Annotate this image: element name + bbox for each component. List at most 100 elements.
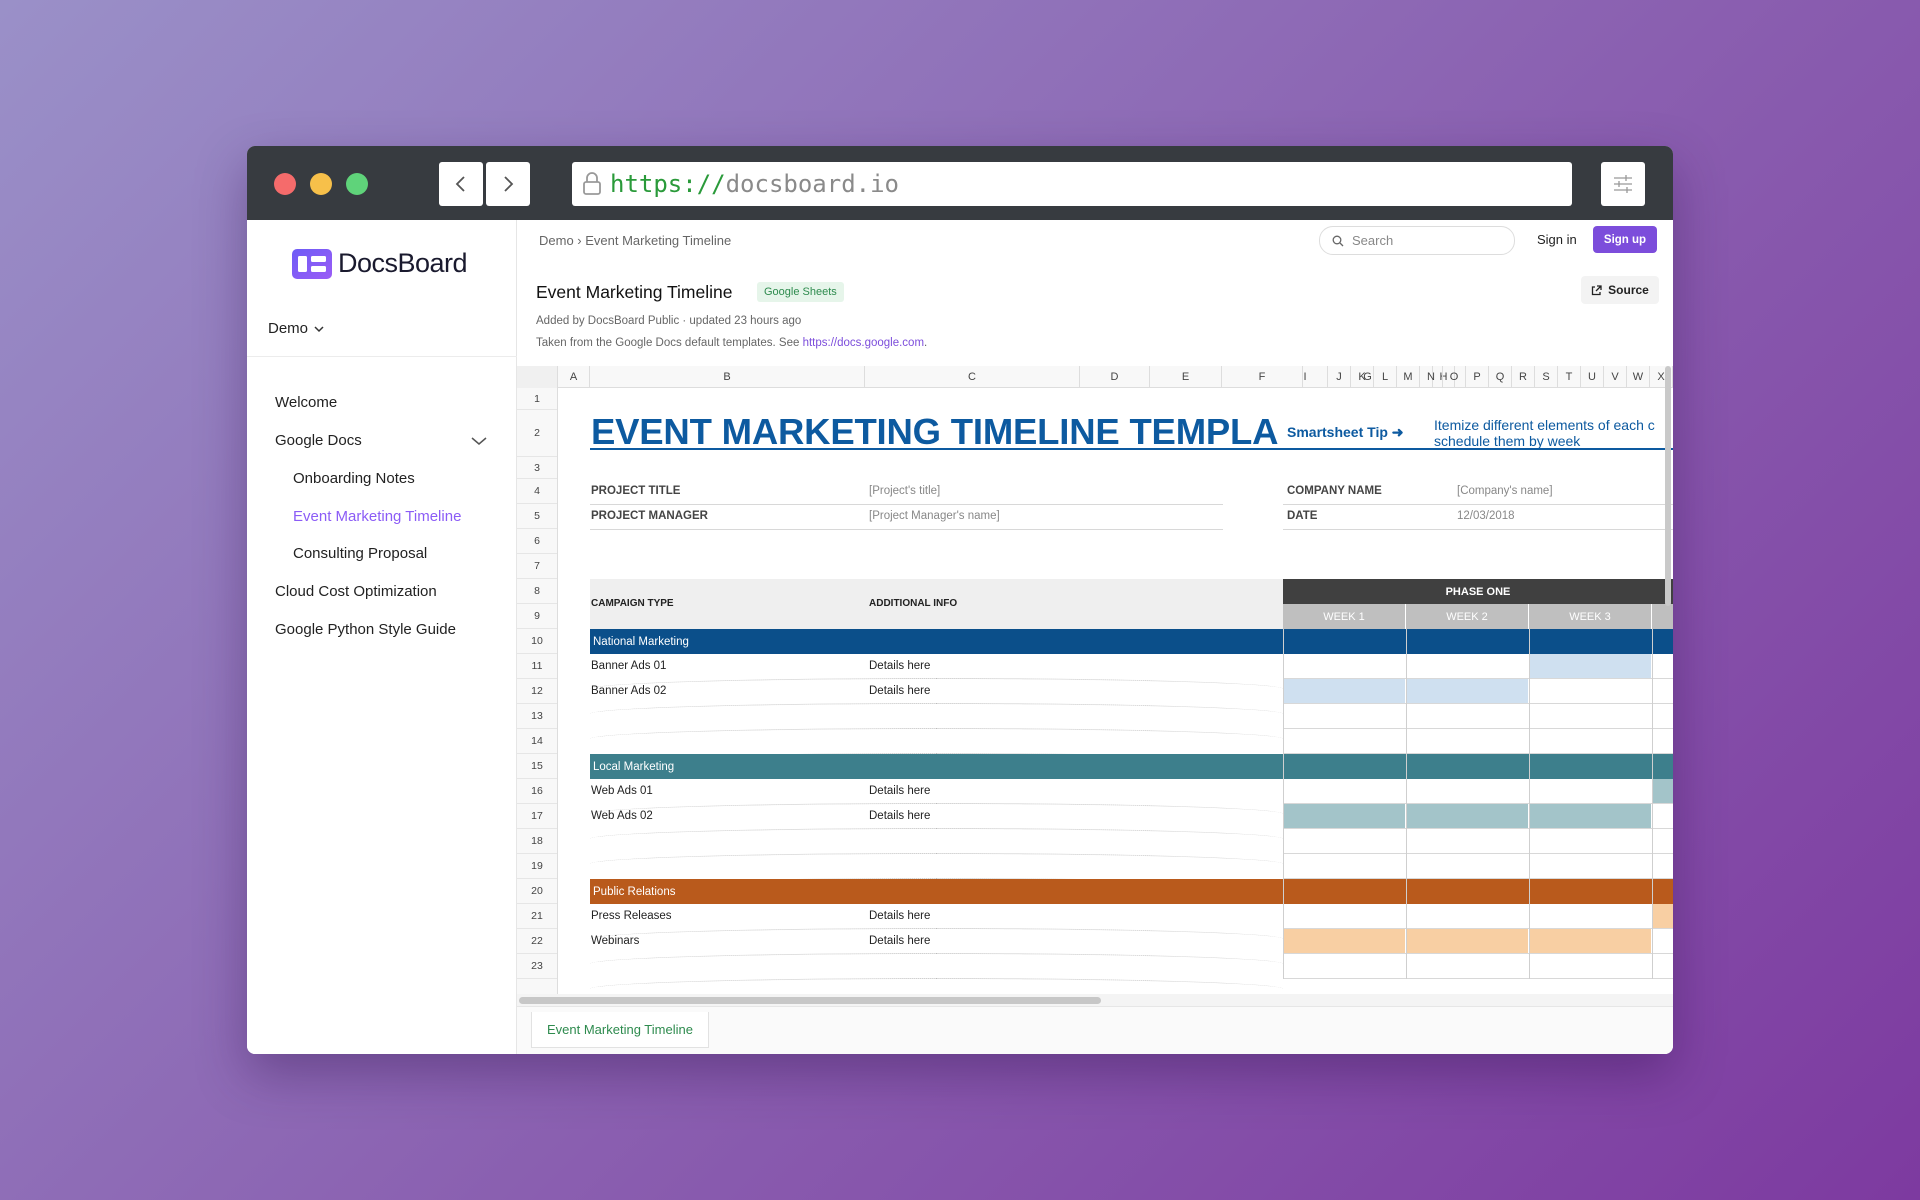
back-button[interactable] (439, 162, 483, 206)
close-window-button[interactable] (274, 173, 296, 195)
column-header[interactable]: Q (1489, 366, 1512, 388)
row-header[interactable]: 23 (517, 954, 557, 979)
sheet-tab[interactable]: Event Marketing Timeline (531, 1012, 709, 1048)
timeline-fill (1529, 929, 1651, 953)
column-header[interactable]: L (1374, 366, 1397, 388)
chevron-down-icon[interactable] (471, 436, 487, 446)
sign-up-button[interactable]: Sign up (1593, 226, 1657, 253)
vertical-scrollbar[interactable] (1665, 366, 1671, 606)
column-header[interactable]: U (1581, 366, 1604, 388)
column-header[interactable]: A (558, 366, 590, 388)
external-link-icon (1592, 284, 1602, 295)
sidebar-item-consulting-proposal[interactable]: Consulting Proposal (293, 545, 427, 562)
column-header[interactable]: D (1080, 366, 1150, 388)
row-header[interactable]: 7 (517, 554, 557, 579)
column-header[interactable]: T (1558, 366, 1581, 388)
row-header[interactable]: 12 (517, 679, 557, 704)
campaign-item-name: Webinars (591, 935, 640, 947)
week-divider (1529, 629, 1530, 979)
row-header[interactable]: 16 (517, 779, 557, 804)
row-header[interactable]: 1 (517, 388, 557, 410)
sidebar-item-google-docs[interactable]: Google Docs (275, 432, 362, 449)
column-header[interactable]: J (1328, 366, 1351, 388)
browser-window: https://docsboard.io DocsBoard Demo Welc… (247, 146, 1673, 1054)
column-header[interactable]: K (1351, 366, 1374, 388)
source-button[interactable]: Source (1581, 276, 1659, 304)
row-header[interactable]: 4 (517, 479, 557, 504)
select-all-corner[interactable] (517, 366, 558, 388)
row-header[interactable]: 10 (517, 629, 557, 654)
workspace-label: Demo (268, 320, 309, 337)
row-header[interactable]: 22 (517, 929, 557, 954)
row-header[interactable]: 15 (517, 754, 557, 779)
maximize-window-button[interactable] (346, 173, 368, 195)
row-header[interactable]: 14 (517, 729, 557, 754)
spreadsheet[interactable]: EVENT MARKETING TIMELINE TEMPLA Smartshee… (517, 366, 1673, 994)
sidebar-item-event-marketing-timeline[interactable]: Event Marketing Timeline (293, 508, 461, 525)
sidebar-item-google-python-style-guide[interactable]: Google Python Style Guide (275, 621, 456, 638)
sheet-grid[interactable]: EVENT MARKETING TIMELINE TEMPLA Smartshee… (517, 366, 1673, 994)
column-header[interactable]: R (1512, 366, 1535, 388)
lock-icon (583, 172, 601, 195)
row-header[interactable]: 21 (517, 904, 557, 929)
column-header[interactable]: P (1466, 366, 1489, 388)
campaign-item-info: Details here (869, 810, 931, 822)
row-header[interactable]: 5 (517, 504, 557, 529)
column-header[interactable]: M (1397, 366, 1420, 388)
row-header[interactable]: 3 (517, 457, 557, 479)
row-header[interactable]: 6 (517, 529, 557, 554)
row-header[interactable]: 13 (517, 704, 557, 729)
section-band: Local Marketing (590, 754, 1673, 779)
campaign-item-info: Details here (869, 660, 931, 672)
sidebar-item-onboarding-notes[interactable]: Onboarding Notes (293, 470, 415, 487)
docsboard-logo[interactable]: DocsBoard (292, 248, 468, 279)
column-header[interactable]: C (865, 366, 1080, 388)
row-header[interactable]: 19 (517, 854, 557, 879)
sheet-tab-bar: Event Marketing Timeline (517, 1006, 1673, 1054)
column-header[interactable]: V (1604, 366, 1627, 388)
week-divider (1652, 629, 1653, 979)
row-divider (1283, 853, 1673, 854)
sidebar-item-cloud-cost-optimization[interactable]: Cloud Cost Optimization (275, 583, 437, 600)
breadcrumb[interactable]: Demo › Event Marketing Timeline (539, 233, 731, 248)
timeline-fill (1406, 679, 1528, 703)
column-header[interactable]: O (1443, 366, 1466, 388)
divider (590, 529, 1223, 530)
workspace-selector[interactable]: Demo (268, 320, 324, 337)
campaign-item-name: Banner Ads 02 (591, 685, 667, 697)
timeline-fill (1406, 804, 1528, 828)
doc-type-badge: Google Sheets (757, 282, 844, 302)
sign-in-link[interactable]: Sign in (1537, 232, 1577, 247)
row-divider (590, 703, 1283, 725)
week-header (1652, 604, 1673, 629)
column-header[interactable]: N (1420, 366, 1443, 388)
row-header[interactable]: 17 (517, 804, 557, 829)
row-header[interactable]: 18 (517, 829, 557, 854)
minimize-window-button[interactable] (310, 173, 332, 195)
row-divider (590, 978, 1283, 994)
sidebar-item-welcome[interactable]: Welcome (275, 394, 337, 411)
search-input[interactable]: Search (1319, 226, 1515, 255)
address-bar[interactable]: https://docsboard.io (572, 162, 1572, 206)
column-header[interactable]: I (1283, 366, 1328, 388)
row-divider (590, 928, 1283, 950)
section-band: National Marketing (590, 629, 1673, 654)
column-header[interactable]: W (1627, 366, 1650, 388)
forward-button[interactable] (486, 162, 530, 206)
column-header[interactable]: E (1150, 366, 1222, 388)
smartsheet-tip-text: Itemize different elements of each c sche… (1434, 417, 1655, 449)
smartsheet-tip-label: Smartsheet Tip ➜ (1287, 424, 1404, 440)
row-header[interactable]: 20 (517, 879, 557, 904)
column-header[interactable]: S (1535, 366, 1558, 388)
column-header[interactable]: B (590, 366, 865, 388)
row-header[interactable]: 2 (517, 410, 557, 457)
row-header[interactable]: 8 (517, 579, 557, 604)
row-header[interactable]: 9 (517, 604, 557, 629)
docs-google-link[interactable]: https://docs.google.com (803, 337, 924, 349)
additional-info-header: ADDITIONAL INFO (869, 598, 958, 609)
browser-menu-button[interactable] (1601, 162, 1645, 206)
row-header[interactable]: 11 (517, 654, 557, 679)
horizontal-scrollbar[interactable] (519, 997, 1101, 1004)
campaign-item-info: Details here (869, 935, 931, 947)
sheet-title: EVENT MARKETING TIMELINE TEMPLA (591, 411, 1279, 452)
